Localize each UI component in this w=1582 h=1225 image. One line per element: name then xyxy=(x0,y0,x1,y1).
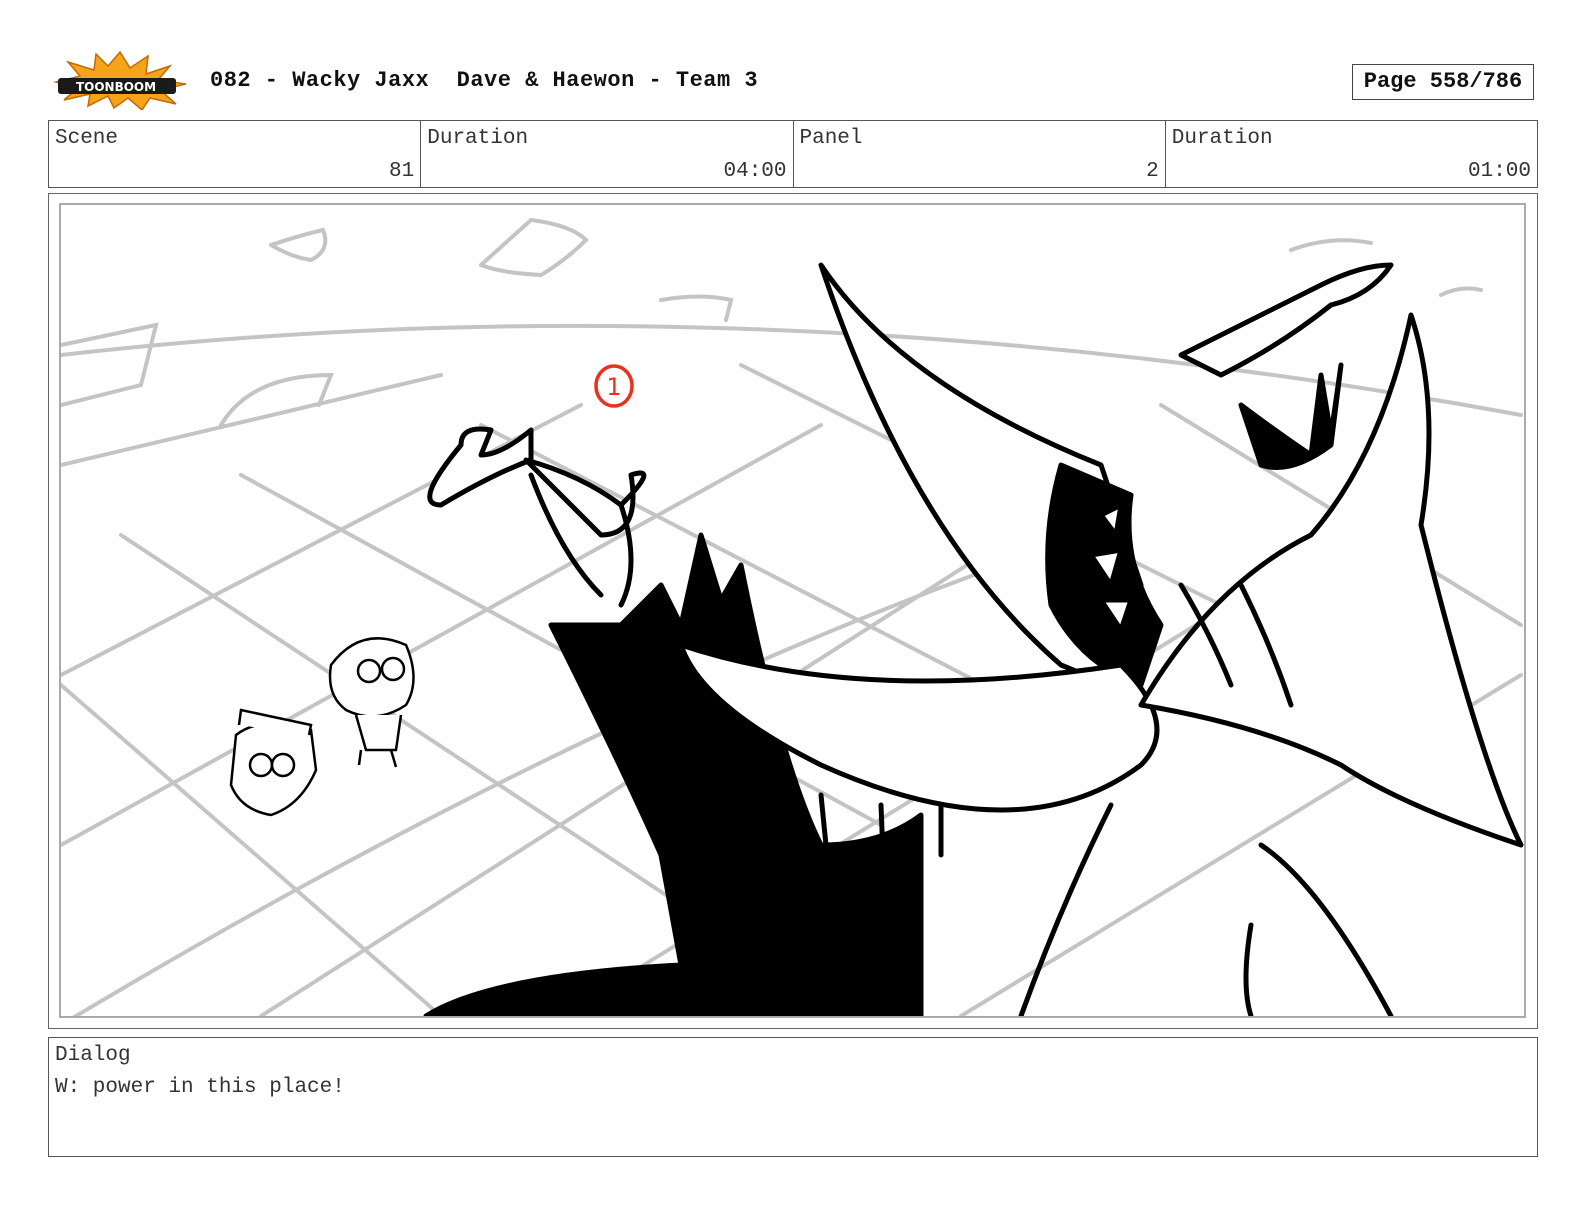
toonboom-logo: TOONBOOM xyxy=(50,50,190,112)
storyboard-drawing: 1 xyxy=(59,203,1526,1018)
storyboard-title: 082 - Wacky Jaxx Dave & Haewon - Team 3 xyxy=(210,68,759,93)
scene-duration-value: 04:00 xyxy=(723,160,787,183)
dialog-text: W: power in this place! xyxy=(55,1076,345,1099)
villain-character xyxy=(423,262,1524,1016)
scene-duration-label: Duration xyxy=(427,127,529,150)
annotation-marker: 1 xyxy=(594,364,634,408)
panel-value: 2 xyxy=(1146,160,1159,183)
dialog-label: Dialog xyxy=(55,1044,131,1067)
scene-cell: Scene 81 xyxy=(49,121,422,187)
scene-label: Scene xyxy=(55,127,119,150)
annotation-number: 1 xyxy=(606,373,621,401)
kid-characters xyxy=(229,637,415,817)
panel-label: Panel xyxy=(799,127,863,150)
scene-info-table: Scene 81 Duration 04:00 Panel 2 Duration… xyxy=(48,120,1538,188)
panel-frame: 1 xyxy=(48,193,1538,1029)
logo-text: TOONBOOM xyxy=(76,80,156,94)
dialog-box: Dialog W: power in this place! xyxy=(48,1037,1538,1157)
panel-cell: Panel 2 xyxy=(794,121,1166,187)
panel-duration-cell: Duration 01:00 xyxy=(1166,121,1537,187)
page-header: TOONBOOM 082 - Wacky Jaxx Dave & Haewon … xyxy=(0,0,1582,115)
panel-duration-label: Duration xyxy=(1171,127,1273,150)
scene-value: 81 xyxy=(389,160,415,183)
scene-duration-cell: Duration 04:00 xyxy=(421,121,794,187)
page-indicator: Page 558/786 xyxy=(1352,64,1534,100)
panel-duration-value: 01:00 xyxy=(1467,160,1531,183)
